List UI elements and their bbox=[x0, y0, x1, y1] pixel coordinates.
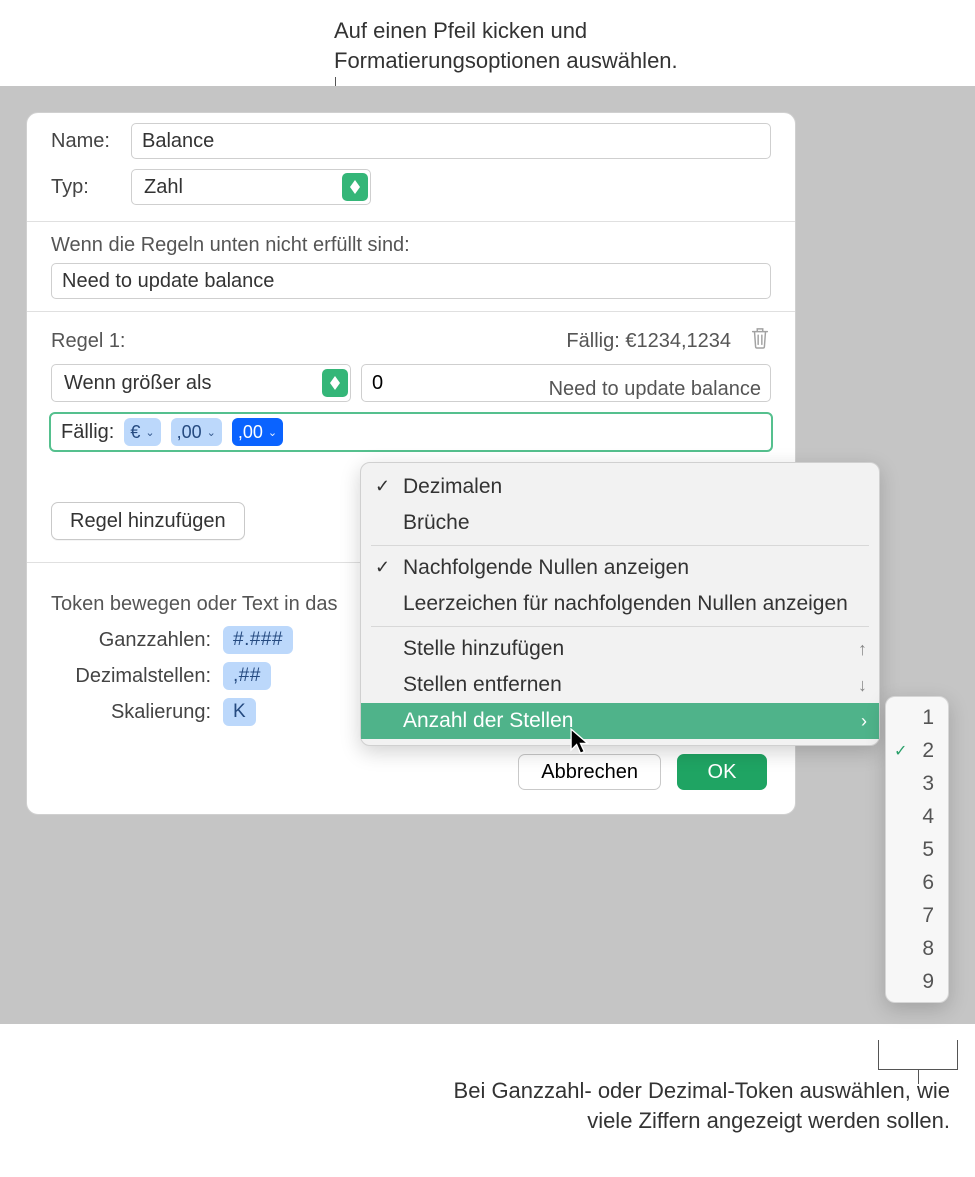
check-icon: ✓ bbox=[375, 476, 390, 497]
decimal-token-b-value: ,00 bbox=[238, 422, 263, 443]
check-icon: ✓ bbox=[375, 557, 390, 578]
submenu-item[interactable]: 4 bbox=[886, 800, 948, 833]
name-label: Name: bbox=[51, 130, 131, 153]
type-select[interactable]: Zahl bbox=[131, 169, 371, 205]
condition-value: Need to update balance bbox=[62, 270, 274, 293]
rule-header: Regel 1: Fällig: €1234,1234 bbox=[27, 318, 795, 364]
decimals-label: Dezimalstellen: bbox=[51, 665, 211, 688]
submenu-item[interactable]: 1 bbox=[886, 701, 948, 734]
divider bbox=[27, 221, 795, 222]
menu-item-label: Stelle hinzufügen bbox=[403, 637, 564, 661]
submenu-item-label: 1 bbox=[922, 706, 934, 730]
type-row: Typ: Zahl bbox=[27, 169, 795, 215]
menu-item-label: Nachfolgende Nullen anzeigen bbox=[403, 556, 689, 580]
menu-item-label: Leerzeichen für nachfolgenden Nullen anz… bbox=[403, 592, 848, 616]
submenu-item-label: 2 bbox=[922, 739, 934, 763]
submenu-item-label: 5 bbox=[922, 838, 934, 862]
rule-condition-value: Wenn größer als bbox=[64, 372, 211, 395]
menu-item[interactable]: Anzahl der Stellen › bbox=[361, 703, 879, 739]
decimal-token-a[interactable]: ,00 ⌄ bbox=[171, 418, 222, 446]
chevron-updown-icon bbox=[322, 369, 348, 397]
condition-label: Wenn die Regeln unten nicht erfüllt sind… bbox=[27, 228, 795, 259]
menu-item[interactable]: Leerzeichen für nachfolgenden Nullen anz… bbox=[361, 586, 879, 622]
submenu-item[interactable]: ✓2 bbox=[886, 734, 948, 767]
submenu-item[interactable]: 9 bbox=[886, 965, 948, 998]
menu-item[interactable]: Brüche bbox=[361, 505, 879, 541]
submenu-item-label: 4 bbox=[922, 805, 934, 829]
decimals-token[interactable]: ,## bbox=[223, 662, 271, 690]
type-select-value: Zahl bbox=[144, 176, 183, 199]
menu-item-label: Anzahl der Stellen bbox=[403, 709, 573, 733]
rule-number-label: Regel 1: bbox=[51, 330, 126, 353]
add-rule-button[interactable]: Regel hinzufügen bbox=[51, 502, 245, 540]
scaling-label: Skalierung: bbox=[51, 701, 211, 724]
decimal-options-menu: ✓ Dezimalen Brüche ✓ Nachfolgende Nullen anz… bbox=[360, 462, 880, 746]
menu-item-label: Brüche bbox=[403, 511, 470, 535]
callout-top: Auf einen Pfeil kicken und Formatierungs… bbox=[334, 16, 764, 75]
check-icon: ✓ bbox=[894, 741, 907, 761]
submenu-item[interactable]: 3 bbox=[886, 767, 948, 800]
menu-item[interactable]: Stellen entfernen ↓ bbox=[361, 667, 879, 703]
chevron-down-icon: ⌄ bbox=[145, 426, 154, 439]
submenu-item-label: 6 bbox=[922, 871, 934, 895]
digit-count-submenu: 1✓23456789 bbox=[885, 696, 949, 1003]
chevron-right-icon: › bbox=[861, 711, 867, 732]
ok-button[interactable]: OK bbox=[677, 754, 767, 790]
currency-token-value: € bbox=[130, 422, 140, 443]
condition-field[interactable]: Need to update balance bbox=[51, 263, 771, 299]
scaling-token[interactable]: K bbox=[223, 698, 256, 726]
arrow-up-icon: ↑ bbox=[858, 639, 867, 660]
divider bbox=[27, 311, 795, 312]
decimal-token-b[interactable]: ,00 ⌄ bbox=[232, 418, 283, 446]
chevron-down-icon: ⌄ bbox=[207, 426, 216, 439]
menu-item[interactable]: ✓ Dezimalen bbox=[361, 469, 879, 505]
chevron-down-icon: ⌄ bbox=[268, 426, 277, 439]
submenu-item-label: 8 bbox=[922, 937, 934, 961]
callout-bottom: Bei Ganzzahl- oder Dezimal-Token auswähl… bbox=[410, 1076, 950, 1135]
menu-item-label: Stellen entfernen bbox=[403, 673, 562, 697]
submenu-item-label: 3 bbox=[922, 772, 934, 796]
arrow-down-icon: ↓ bbox=[858, 675, 867, 696]
menu-item[interactable]: ✓ Nachfolgende Nullen anzeigen bbox=[361, 550, 879, 586]
integers-token[interactable]: #.### bbox=[223, 626, 293, 654]
decimal-token-a-value: ,00 bbox=[177, 422, 202, 443]
menu-separator bbox=[371, 545, 869, 546]
menu-item[interactable]: Stelle hinzufügen ↑ bbox=[361, 631, 879, 667]
submenu-item[interactable]: 8 bbox=[886, 932, 948, 965]
rule-preview: Fällig: €1234,1234 bbox=[566, 330, 731, 353]
condition-preview: Need to update balance bbox=[549, 378, 761, 401]
integers-label: Ganzzahlen: bbox=[51, 629, 211, 652]
currency-token[interactable]: €⌄ bbox=[124, 418, 160, 446]
format-token-row[interactable]: Fällig: €⌄ ,00⌄ ,00⌄ bbox=[49, 412, 773, 452]
submenu-item[interactable]: 5 bbox=[886, 833, 948, 866]
rule-condition-select[interactable]: Wenn größer als bbox=[51, 364, 351, 402]
menu-separator bbox=[371, 626, 869, 627]
submenu-item-label: 9 bbox=[922, 970, 934, 994]
menu-item-label: Dezimalen bbox=[403, 475, 502, 499]
callout-bracket bbox=[878, 1040, 958, 1070]
name-row: Name: bbox=[27, 113, 795, 169]
type-label: Typ: bbox=[51, 176, 131, 199]
submenu-item[interactable]: 6 bbox=[886, 866, 948, 899]
submenu-item[interactable]: 7 bbox=[886, 899, 948, 932]
mouse-cursor-icon bbox=[570, 728, 592, 756]
submenu-item-label: 7 bbox=[922, 904, 934, 928]
name-input[interactable] bbox=[131, 123, 771, 159]
chevron-updown-icon bbox=[342, 173, 368, 201]
trash-icon[interactable] bbox=[749, 326, 771, 356]
due-label: Fällig: bbox=[57, 421, 114, 444]
cancel-button[interactable]: Abbrechen bbox=[518, 754, 661, 790]
